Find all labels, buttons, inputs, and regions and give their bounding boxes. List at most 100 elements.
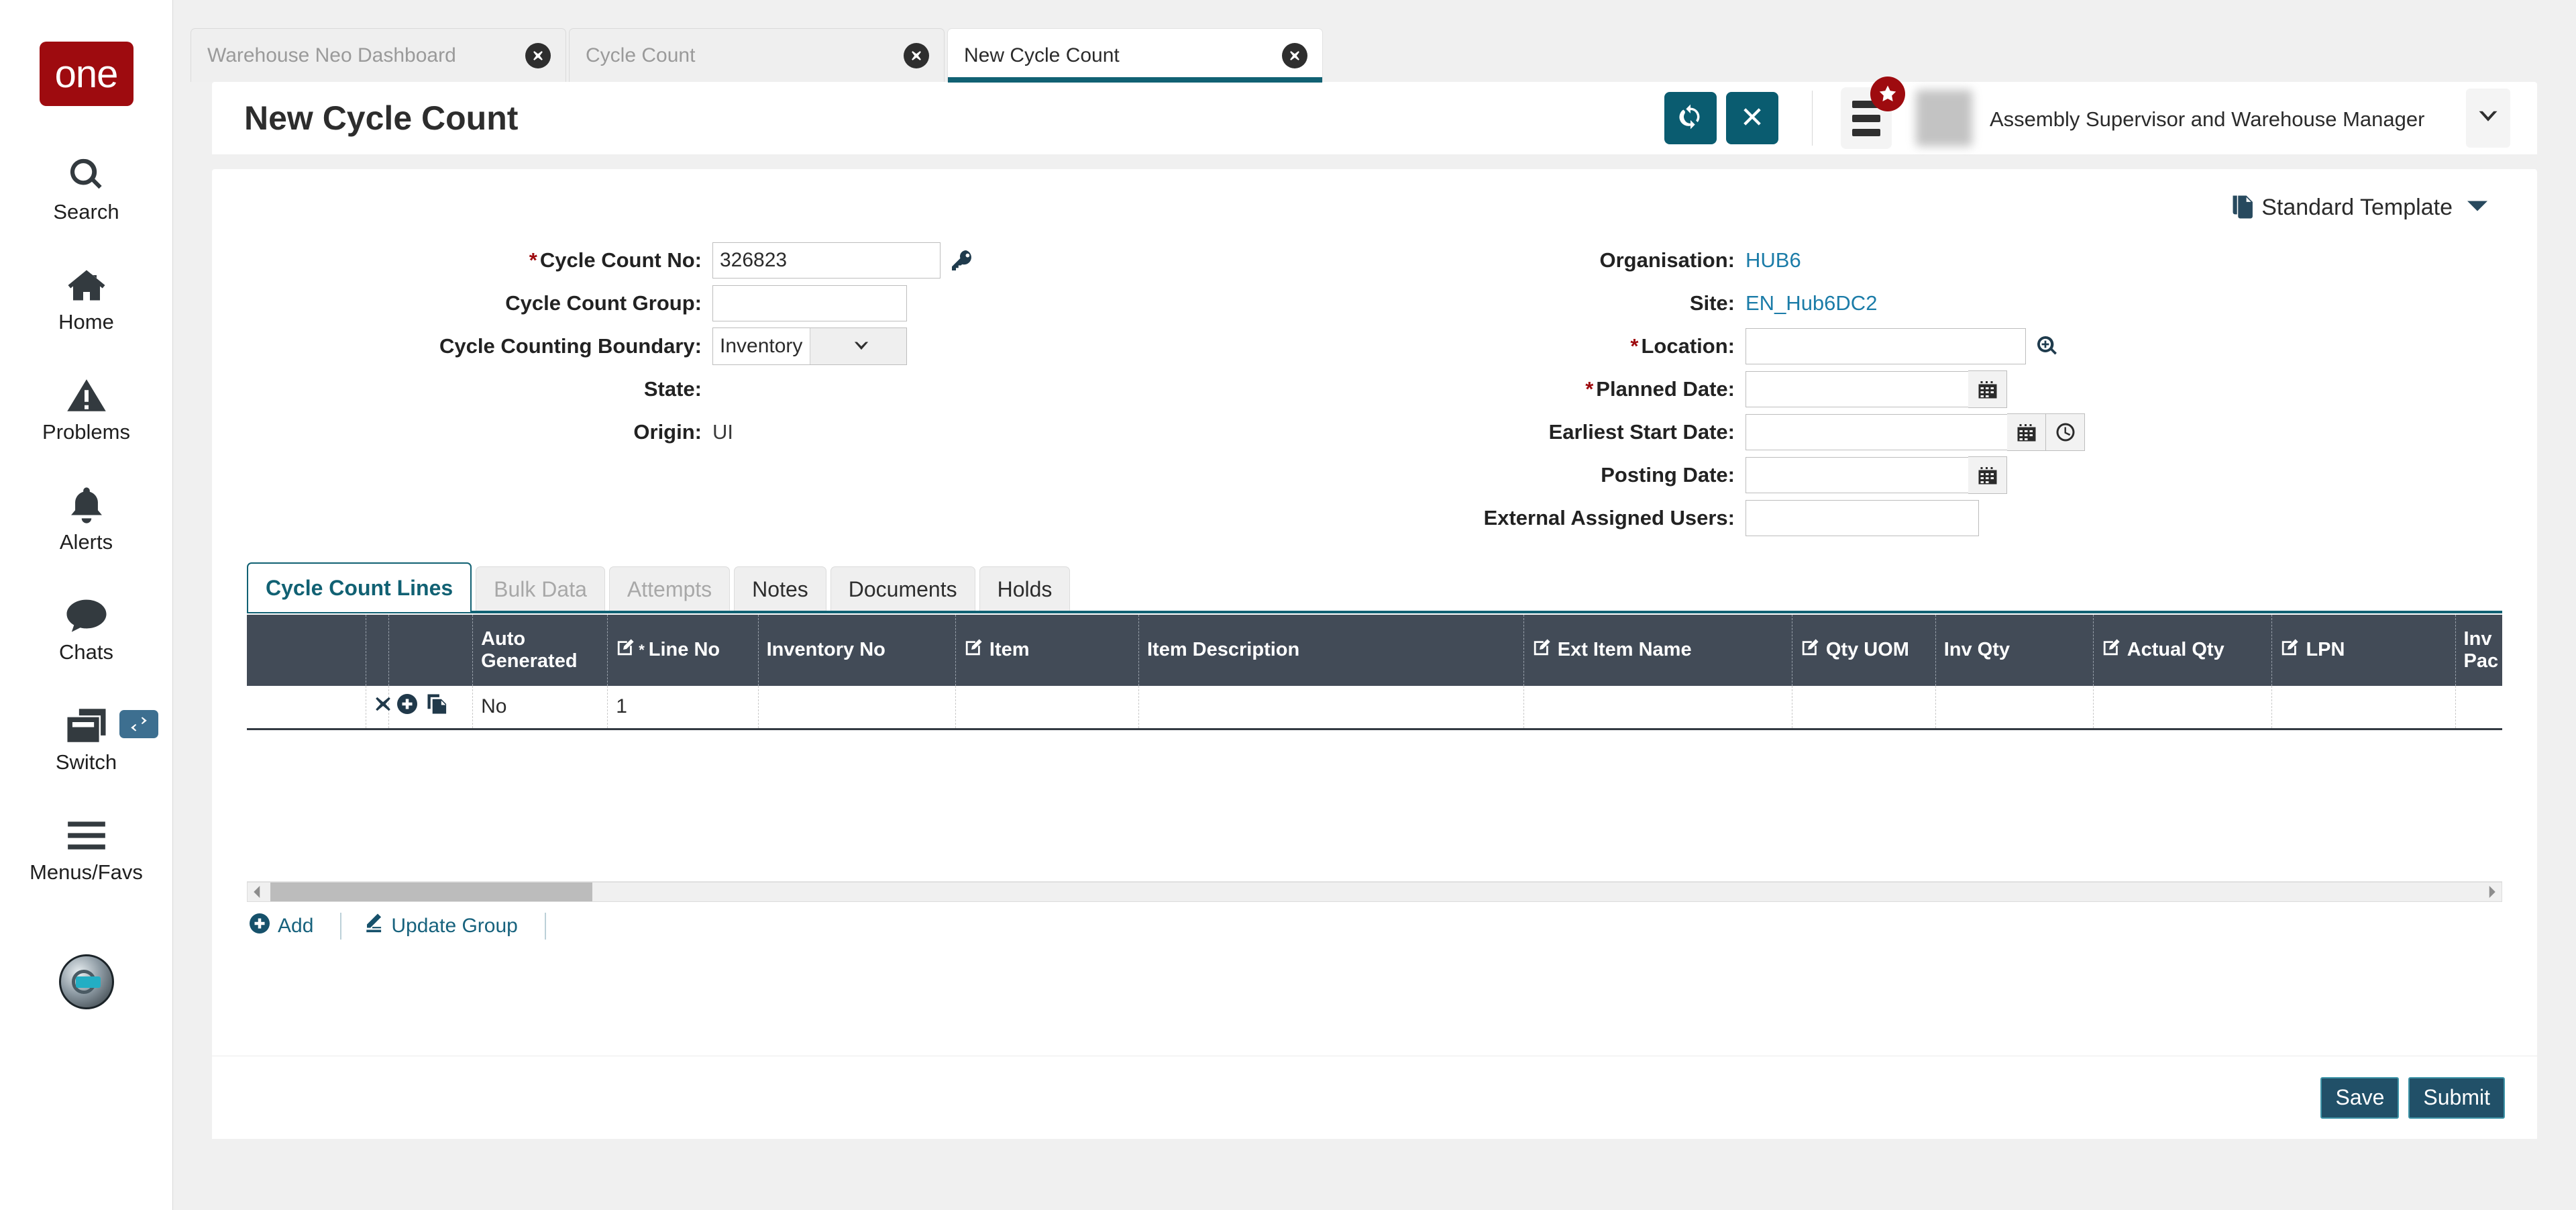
location-input[interactable] [1746, 328, 2026, 364]
col-auto-generated[interactable]: Auto Generated [472, 615, 608, 686]
cell-lpn[interactable] [2271, 686, 2456, 729]
col-inv-pac[interactable]: Inv Pac [2455, 615, 2502, 686]
update-group-button[interactable]: Update Group [362, 913, 518, 940]
tab-notes[interactable]: Notes [734, 566, 826, 612]
tab-holds[interactable]: Holds [979, 566, 1071, 612]
header-menu-button[interactable] [1841, 77, 1905, 149]
window-tab-label: Warehouse Neo Dashboard [207, 44, 456, 66]
user-email [1990, 133, 2446, 154]
avatar[interactable] [1916, 90, 1972, 146]
tab-bulk-data[interactable]: Bulk Data [476, 566, 605, 612]
sidebar-item-search[interactable]: Search [0, 154, 172, 224]
close-icon[interactable] [525, 42, 551, 68]
scrollbar-track[interactable] [265, 882, 2484, 901]
posting-date-input[interactable] [1746, 457, 1968, 493]
cell-item[interactable] [955, 686, 1140, 729]
sidebar-item-menus-favs[interactable]: Menus/Favs [0, 815, 172, 885]
window-tab-warehouse-neo-dashboard[interactable]: Warehouse Neo Dashboard [191, 28, 566, 82]
sidebar-item-switch[interactable]: Switch [0, 705, 172, 774]
copy-icon[interactable] [427, 693, 448, 720]
key-icon[interactable] [950, 248, 974, 272]
field-cycle-counting-boundary: Cycle Counting Boundary: Inventory [243, 325, 1169, 368]
chevron-left-icon[interactable] [248, 885, 265, 898]
calendar-icon[interactable] [1968, 370, 2007, 408]
col-label: Inv Qty [1943, 639, 2010, 661]
col-label: Auto Generated [481, 627, 578, 672]
scrollbar-thumb[interactable] [270, 882, 592, 901]
submit-button[interactable]: Submit [2408, 1076, 2505, 1119]
field-label: * Location: [1630, 334, 1735, 358]
earliest-start-date-input[interactable] [1746, 414, 2007, 450]
col-inventory-no[interactable]: Inventory No [758, 615, 956, 686]
col-label: Ext Item Name [1557, 639, 1692, 661]
window-tab-cycle-count[interactable]: Cycle Count [569, 28, 945, 82]
sidebar-item-home[interactable]: Home [0, 264, 172, 334]
table-row[interactable]: No 1 [247, 686, 2502, 729]
page-title: New Cycle Count [244, 99, 519, 137]
cell-inventory-no[interactable] [758, 686, 956, 729]
delete-x-icon[interactable] [374, 695, 392, 717]
switch-arrows-badge[interactable] [119, 710, 158, 738]
chevron-right-icon[interactable] [2484, 885, 2502, 898]
cycle-count-lines-table: Auto Generated * Line No Inventory No It… [247, 615, 2502, 882]
sidebar-item-chats[interactable]: Chats [0, 595, 172, 664]
sidebar-item-label: Search [53, 200, 119, 223]
col-qty-uom[interactable]: Qty UOM [1792, 615, 1936, 686]
tab-documents[interactable]: Documents [830, 566, 975, 612]
table-horizontal-scrollbar[interactable] [247, 881, 2502, 902]
form-column-right: Organisation: HUB6 Site: EN_Hub6DC2 * Loc… [1370, 239, 2322, 540]
organisation-value[interactable]: HUB6 [1746, 248, 1801, 272]
cell-line-no[interactable]: 1 [607, 686, 759, 729]
chevron-down-icon [2478, 110, 2498, 127]
user-info[interactable]: Assembly Supervisor and Warehouse Manage… [1990, 82, 2446, 154]
editable-pencil-icon [616, 638, 641, 662]
add-line-button[interactable]: Add [250, 913, 313, 939]
calendar-icon[interactable] [1968, 456, 2007, 494]
search-plus-icon[interactable] [2035, 334, 2059, 358]
calendar-icon[interactable] [2007, 413, 2046, 451]
tab-label: Notes [752, 577, 808, 601]
cell-item-description [1138, 686, 1524, 729]
col-line-no[interactable]: * Line No [607, 615, 759, 686]
planned-date-input[interactable] [1746, 371, 1968, 407]
one-network-logo[interactable]: one [39, 42, 133, 106]
site-value[interactable]: EN_Hub6DC2 [1746, 291, 1877, 315]
external-assigned-users-input[interactable] [1746, 500, 1979, 536]
col-actual-qty[interactable]: Actual Qty [2093, 615, 2273, 686]
required-marker: * [1585, 377, 1594, 401]
tab-attempts[interactable]: Attempts [608, 566, 731, 612]
close-x-icon [1740, 105, 1764, 132]
col-ext-item-name[interactable]: Ext Item Name [1523, 615, 1792, 686]
tab-label: Bulk Data [494, 577, 587, 601]
tab-cycle-count-lines[interactable]: Cycle Count Lines [247, 562, 472, 612]
cycle-count-group-input[interactable] [712, 285, 907, 321]
close-icon[interactable] [904, 42, 929, 68]
cell-actual-qty[interactable] [2093, 686, 2273, 729]
template-selector[interactable]: Standard Template [2232, 193, 2494, 222]
clock-icon[interactable] [2046, 413, 2085, 451]
col-inv-qty[interactable]: Inv Qty [1935, 615, 2094, 686]
cell-delete[interactable] [366, 686, 392, 729]
window-tab-new-cycle-count[interactable]: New Cycle Count [947, 28, 1323, 83]
assistant-avatar[interactable] [58, 954, 114, 1009]
save-button[interactable]: Save [2320, 1076, 2400, 1119]
tabs-underline [247, 611, 2502, 613]
refresh-button[interactable] [1664, 92, 1717, 144]
col-item-description[interactable]: Item Description [1138, 615, 1524, 686]
close-icon[interactable] [1282, 42, 1307, 68]
sidebar-item-problems[interactable]: Problems [0, 374, 172, 444]
field-posting-date: Posting Date: [1370, 454, 2322, 497]
add-circle-icon[interactable] [397, 694, 418, 719]
cycle-counting-boundary-select[interactable]: Inventory [712, 327, 907, 365]
col-item[interactable]: Item [955, 615, 1140, 686]
col-lpn[interactable]: LPN [2271, 615, 2456, 686]
cell-qty-uom[interactable] [1792, 686, 1936, 729]
field-label: * Cycle Count No: [529, 248, 702, 272]
cell-row-actions[interactable] [388, 686, 474, 729]
cycle-count-no-input[interactable] [712, 242, 941, 279]
sidebar-item-alerts[interactable]: Alerts [0, 485, 172, 554]
user-role: Assembly Supervisor and Warehouse Manage… [1990, 107, 2425, 131]
close-page-button[interactable] [1726, 92, 1778, 144]
user-menu-toggle[interactable] [2466, 89, 2510, 148]
cell-ext-item-name[interactable] [1523, 686, 1792, 729]
